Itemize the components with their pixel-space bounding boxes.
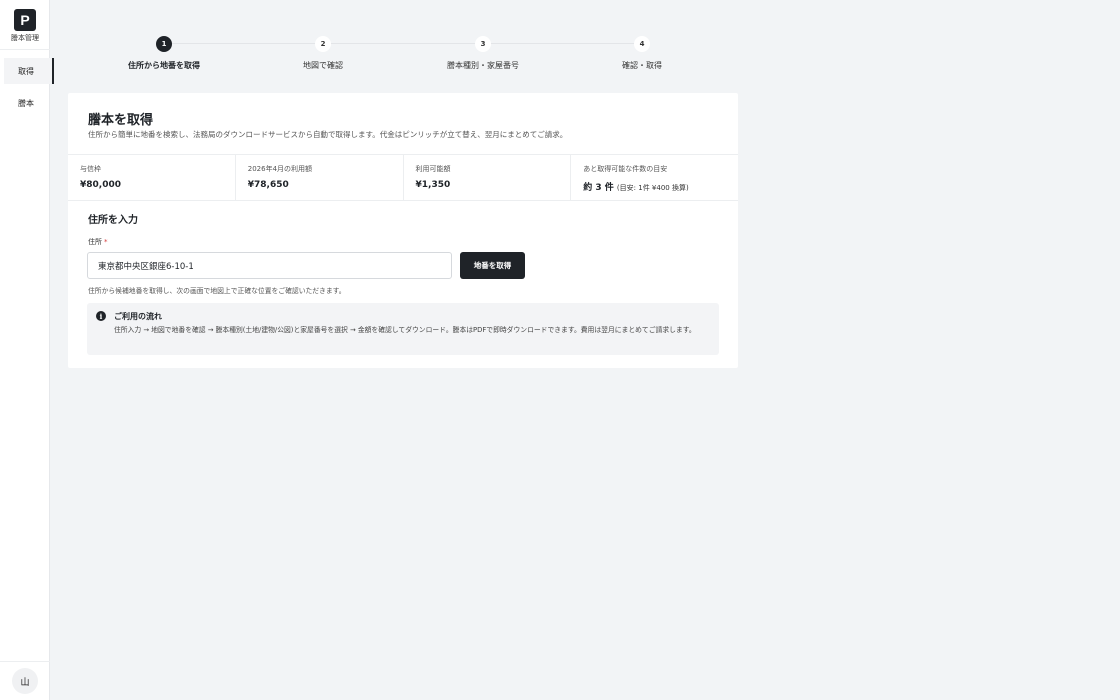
sidebar: P 謄本管理 取得 謄本 山	[0, 0, 54, 700]
stat-value: ¥80,000	[80, 180, 121, 190]
address-label-text: 住所	[88, 238, 102, 246]
sidebar-item-acquire[interactable]: 取得	[4, 58, 54, 84]
acquire-card: 謄本を取得 住所から簡単に地番を検索し、法務局のダウンロードサービスから自動で取…	[68, 93, 738, 368]
stat-monthly-usage: 2026年4月の利用額 ¥78,650	[236, 155, 404, 200]
stat-value: 約 3 件	[583, 183, 614, 193]
step-number: 4	[634, 36, 650, 52]
sidebar-bottom-divider	[0, 661, 50, 662]
step-label: 地図で確認	[303, 61, 343, 70]
address-hint: 住所から候補地番を取得し、次の画面で地図上で正確な位置をご確認いただきます。	[88, 287, 346, 295]
credit-stats: 与信枠 ¥80,000 2026年4月の利用額 ¥78,650 利用可能額 ¥1…	[68, 154, 738, 201]
step-label: 住所から地番を取得	[128, 61, 200, 70]
stat-value: ¥1,350	[415, 180, 451, 190]
address-label: 住所 *	[88, 237, 108, 247]
app-name: 謄本管理	[11, 34, 39, 42]
step-label: 確認・取得	[622, 61, 662, 70]
user-avatar[interactable]: 山	[12, 668, 38, 694]
sidebar-item-documents[interactable]: 謄本	[4, 90, 52, 116]
stat-label: 利用可能額	[415, 165, 451, 173]
page-title: 謄本を取得	[88, 113, 154, 128]
stat-value-row: 約 3 件 (目安: 1件 ¥400 換算)	[583, 180, 726, 193]
page-description: 住所から簡単に地番を検索し、法務局のダウンロードサービスから自動で取得します。代…	[88, 130, 568, 139]
stat-value: ¥78,650	[247, 180, 289, 190]
stat-remaining-count: あと取得可能な件数の目安 約 3 件 (目安: 1件 ¥400 換算)	[571, 155, 738, 200]
address-input[interactable]	[87, 252, 452, 279]
step-1: 1 住所から地番を取得	[84, 36, 244, 71]
usage-flow-box: i ご利用の流れ 住所入力 → 地図で地番を確認 → 謄本種別(土地/建物/公図…	[87, 303, 719, 355]
step-2: 2 地図で確認	[243, 36, 403, 71]
app-logo[interactable]: P	[14, 9, 36, 31]
stat-note: (目安: 1件 ¥400 換算)	[616, 184, 689, 192]
section-title: 住所を入力	[88, 215, 138, 226]
sidebar-divider	[0, 49, 50, 50]
step-number: 3	[475, 36, 491, 52]
stat-credit-limit: 与信枠 ¥80,000	[68, 155, 236, 200]
fetch-lot-number-button[interactable]: 地番を取得	[460, 252, 525, 279]
stat-label: あと取得可能な件数の目安	[583, 165, 668, 173]
flow-title: ご利用の流れ	[114, 312, 162, 321]
step-4: 4 確認・取得	[562, 36, 722, 71]
step-number: 1	[156, 36, 172, 52]
flow-body: 住所入力 → 地図で地番を確認 → 謄本種別(土地/建物/公図)と家屋番号を選択…	[114, 326, 696, 334]
required-mark: *	[104, 238, 108, 246]
stat-label: 与信枠	[80, 165, 101, 173]
step-number: 2	[315, 36, 331, 52]
stat-label: 2026年4月の利用額	[247, 165, 313, 173]
info-icon: i	[96, 311, 106, 321]
step-3: 3 謄本種別・家屋番号	[403, 36, 563, 71]
step-label: 謄本種別・家屋番号	[447, 61, 519, 70]
stat-available: 利用可能額 ¥1,350	[404, 155, 572, 200]
